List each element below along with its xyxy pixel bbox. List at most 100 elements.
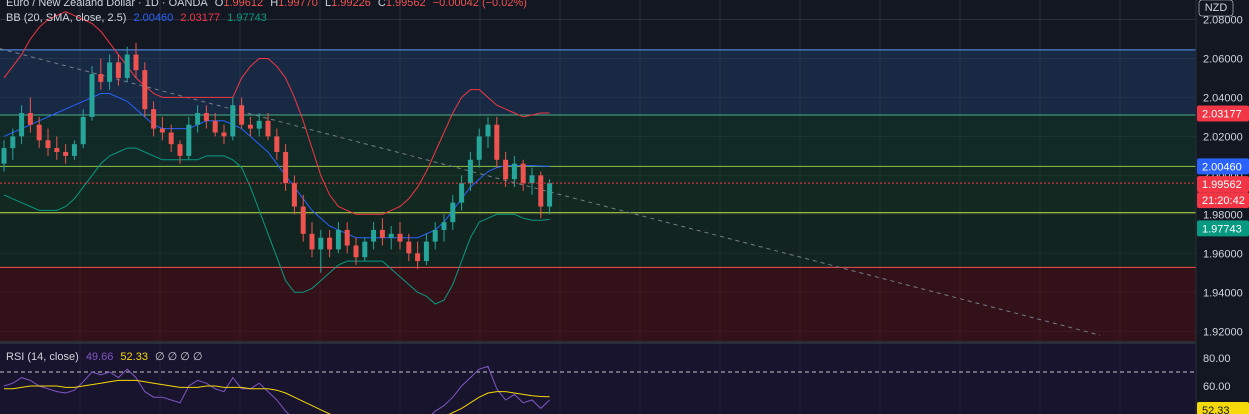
bb-legend[interactable]: BB (20, SMA, close, 2.5) 2.00460 2.03177…: [6, 12, 271, 24]
candle-body[interactable]: [415, 253, 421, 262]
price-tick-label: 1.94000: [1203, 287, 1243, 299]
candle-body[interactable]: [80, 116, 86, 145]
pane-separator[interactable]: [0, 341, 1196, 344]
candle-body[interactable]: [529, 175, 535, 184]
candle-body[interactable]: [547, 183, 553, 207]
candle-body[interactable]: [133, 54, 139, 71]
bb-upper-value: 2.03177: [180, 12, 221, 24]
candle-body[interactable]: [335, 229, 341, 250]
badge-rsi_ma: 52.33: [1197, 402, 1249, 414]
price-tick-label: 1.98000: [1203, 209, 1243, 221]
badge-upper-text: 2.03177: [1202, 108, 1242, 120]
candle-body[interactable]: [221, 132, 227, 137]
rsi-legend[interactable]: RSI (14, close) 49.66 52.33 ∅ ∅ ∅ ∅: [6, 350, 207, 363]
symbol-legend[interactable]: Euro / New Zealand Dollar · 1D · OANDA O…: [6, 0, 531, 9]
candle-body[interactable]: [177, 144, 183, 156]
candle-body[interactable]: [485, 124, 491, 137]
candle-body[interactable]: [503, 159, 509, 180]
candle-body[interactable]: [362, 241, 368, 258]
candle-body[interactable]: [115, 62, 121, 78]
candle-body[interactable]: [89, 74, 95, 117]
candle-body[interactable]: [124, 54, 130, 78]
candle-body[interactable]: [71, 144, 77, 156]
bb-title[interactable]: BB (20, SMA, close, 2.5): [6, 12, 126, 24]
currency-label: NZD: [1205, 2, 1228, 14]
candle-body[interactable]: [168, 132, 174, 145]
badge-basis: 2.00460: [1197, 158, 1249, 175]
candle-body[interactable]: [98, 74, 104, 82]
candle-body[interactable]: [63, 151, 69, 156]
candle-body[interactable]: [107, 62, 113, 82]
candle-body[interactable]: [344, 229, 350, 246]
ohlc-low: L1.99226: [324, 0, 371, 9]
level-band: [0, 166, 1196, 213]
rsi-tick-label: 60.00: [1203, 381, 1231, 393]
candle-body[interactable]: [397, 233, 403, 242]
badge-rsi_ma-text: 52.33: [1202, 405, 1230, 414]
candle-body[interactable]: [19, 113, 25, 137]
candle-body[interactable]: [159, 128, 165, 133]
price-tick-label: 1.96000: [1203, 248, 1243, 260]
candle-body[interactable]: [450, 202, 456, 223]
candle-body[interactable]: [432, 229, 438, 242]
badge-price-text: 1.99562: [1202, 179, 1242, 191]
price-tick-label: 2.02000: [1203, 131, 1243, 143]
candle-body[interactable]: [291, 183, 297, 207]
candle-body[interactable]: [300, 206, 306, 234]
candle-body[interactable]: [371, 229, 377, 242]
candle-body[interactable]: [239, 105, 245, 125]
badge-price: 1.99562: [1197, 176, 1249, 193]
candle-body[interactable]: [538, 175, 544, 207]
candle-body[interactable]: [283, 151, 289, 184]
price-tick-label: 2.04000: [1203, 92, 1243, 104]
candle-body[interactable]: [230, 105, 236, 137]
candle-body[interactable]: [494, 124, 500, 160]
candle-body[interactable]: [256, 120, 262, 129]
candle-body[interactable]: [520, 163, 526, 184]
candle-body[interactable]: [265, 120, 271, 137]
symbol-title[interactable]: Euro / New Zealand Dollar · 1D · OANDA: [6, 0, 208, 9]
candle-body[interactable]: [309, 233, 315, 250]
candle-body[interactable]: [441, 222, 447, 230]
rsi-tick-label: 80.00: [1203, 353, 1231, 365]
ohlc-high: H1.99770: [270, 0, 318, 9]
candle-body[interactable]: [388, 233, 394, 238]
candle-body[interactable]: [151, 109, 157, 129]
level-fills: [0, 49, 1196, 341]
candle-body[interactable]: [27, 113, 33, 125]
candle-body[interactable]: [476, 136, 482, 160]
level-band: [0, 49, 1196, 115]
candle-body[interactable]: [327, 237, 333, 250]
candle-body[interactable]: [195, 113, 201, 125]
bb-basis-value: 2.00460: [133, 12, 174, 24]
badge-upper: 2.03177: [1197, 105, 1249, 122]
level-band: [0, 212, 1196, 268]
candle-body[interactable]: [274, 136, 280, 152]
candle-body[interactable]: [54, 148, 60, 152]
rsi-title[interactable]: RSI (14, close): [6, 351, 79, 363]
candle-body[interactable]: [318, 237, 324, 250]
candle-body[interactable]: [45, 140, 51, 149]
candle-body[interactable]: [10, 136, 16, 149]
candle-body[interactable]: [36, 124, 42, 141]
candle-body[interactable]: [212, 120, 218, 133]
price-tick-label: 2.06000: [1203, 53, 1243, 65]
ohlc-change: −0.00042 (−0.02%): [432, 0, 527, 9]
candle-body[interactable]: [142, 70, 148, 110]
rsi-extra-values: ∅ ∅ ∅ ∅: [155, 351, 203, 363]
candle-body[interactable]: [203, 113, 209, 121]
candle-body[interactable]: [467, 159, 473, 184]
badge-countdown: 21:20:42: [1197, 192, 1249, 209]
candle-body[interactable]: [406, 241, 412, 254]
candle-body[interactable]: [459, 183, 465, 203]
candle-body[interactable]: [379, 229, 385, 238]
candle-body[interactable]: [1, 148, 7, 164]
candle-body[interactable]: [247, 124, 253, 129]
candle-body[interactable]: [353, 245, 359, 258]
candle-body[interactable]: [423, 241, 429, 262]
price-tick-label: 1.92000: [1203, 326, 1243, 338]
candle-body[interactable]: [511, 163, 517, 180]
badge-countdown-text: 21:20:42: [1202, 195, 1245, 207]
candle-body[interactable]: [186, 124, 192, 156]
badge-lower: 1.97743: [1197, 220, 1249, 237]
